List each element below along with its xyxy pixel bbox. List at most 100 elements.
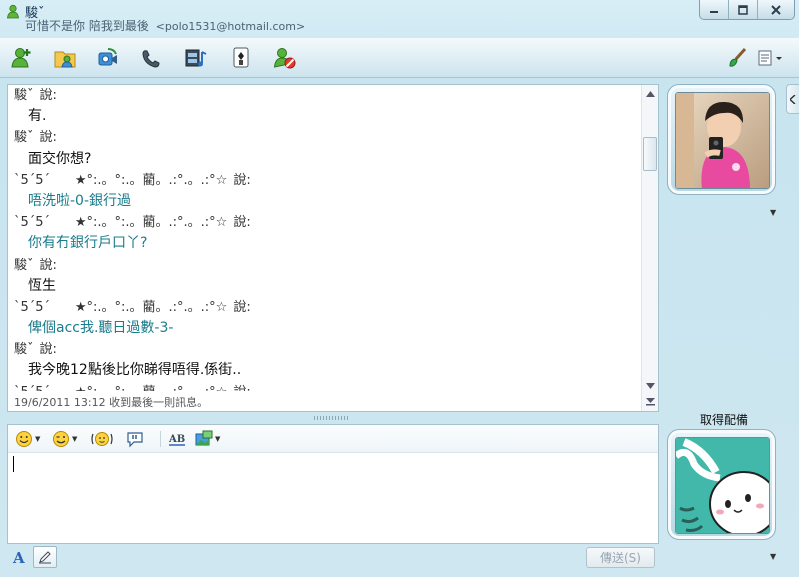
message-sender: ˋ5ˊ5ˊ ★°:.。°:.。藺。.:°.。.:°☆ 說:: [14, 297, 643, 318]
show-menu-button[interactable]: [752, 44, 788, 72]
scroll-up-button[interactable]: [642, 87, 658, 101]
says-label: 說:: [39, 342, 57, 358]
says-label: 說:: [233, 215, 251, 231]
message-sender: ˋ5ˊ5ˊ ★°:.。°:.。藺。.:°.。.:°☆ 說:: [14, 382, 643, 391]
close-button[interactable]: [758, 0, 794, 19]
message-list: 駿ˇ 說: 有. 駿ˇ 說: 面交你想? ˋ5ˊ5ˊ ★°:.。°:.。藺。.:°.。.:°…: [8, 85, 643, 391]
chevron-down-icon: ▼: [72, 435, 78, 443]
voice-clip-icon: [127, 432, 143, 448]
toolbar-separator: [160, 431, 161, 447]
says-label: 說:: [39, 88, 57, 103]
voice-clip-button[interactable]: [126, 429, 144, 449]
menu-icon: [758, 50, 782, 66]
games-icon: [233, 47, 249, 68]
arrow-down-icon: [645, 383, 655, 389]
sender-name: 駿ˇ: [14, 257, 34, 273]
media-button[interactable]: [181, 44, 211, 72]
games-button[interactable]: [226, 44, 256, 72]
wink-button[interactable]: ▼: [52, 429, 77, 449]
image-icon: [195, 430, 213, 446]
my-picture-menu-icon[interactable]: ▼: [770, 552, 776, 561]
sender-name: 駿ˇ: [14, 88, 34, 103]
compose-toolbar: ▼ ▼ AB ▼: [8, 425, 658, 453]
spell-check-button[interactable]: AB: [168, 429, 186, 449]
title-bar: 駿ˇ 可惜不是你 陪我到最後 <polo1531@hotmail.com>: [0, 0, 799, 38]
messenger-buddy-icon: [6, 4, 22, 20]
minimize-button[interactable]: [700, 0, 729, 19]
sender-name: ˋ5ˊ5ˊ ★°:.。°:.。藺。.:°.。.:°☆: [14, 299, 228, 315]
handwriting-button[interactable]: [33, 546, 57, 568]
share-files-button[interactable]: [50, 44, 80, 72]
my-avatar: [675, 437, 770, 534]
window-controls: [699, 0, 795, 20]
message-text: 我今晚12點後比你睇得唔得.係街..: [28, 362, 242, 379]
pen-icon: [39, 551, 51, 564]
scroll-to-end-button[interactable]: [642, 395, 658, 409]
close-icon: [771, 4, 781, 15]
film-music-icon: [185, 49, 207, 67]
contact-photo-icon: [676, 93, 769, 188]
maximize-button[interactable]: [729, 0, 758, 19]
block-icon: [273, 48, 296, 69]
chevron-down-icon: ▼: [35, 435, 41, 443]
phone-icon: [142, 50, 160, 68]
minimize-icon: [709, 10, 718, 13]
sender-name: ˋ5ˊ5ˊ ★°:.。°:.。藺。.:°.。.:°☆: [14, 385, 227, 391]
compose-area: ▼ ▼ AB ▼: [7, 424, 659, 544]
send-button[interactable]: 傳送(S): [586, 547, 655, 568]
block-contact-button[interactable]: [270, 44, 300, 72]
contact-status: 可惜不是你 陪我到最後 <polo1531@hotmail.com>: [25, 17, 305, 34]
sender-name: 駿ˇ: [14, 342, 34, 358]
input-mode-bar: A: [7, 546, 67, 570]
emoticon-button[interactable]: ▼: [15, 429, 40, 449]
message-text: 恆生: [28, 277, 56, 294]
wink-icon: [53, 431, 69, 447]
video-call-button[interactable]: [93, 44, 123, 72]
get-device-label[interactable]: 取得配備: [700, 411, 748, 428]
collapse-panel-button[interactable]: [786, 84, 799, 114]
conversation-history[interactable]: 駿ˇ 說: 有. 駿ˇ 說: 面交你想? ˋ5ˊ5ˊ ★°:.。°:.。藺。.:°.。.:°…: [7, 84, 659, 412]
change-background-button[interactable]: [722, 44, 752, 72]
background-button[interactable]: ▼: [195, 429, 220, 449]
contact-display-picture[interactable]: [667, 84, 776, 195]
message-sender: 駿ˇ 說:: [14, 339, 643, 360]
contact-email: <polo1531@hotmail.com>: [155, 20, 306, 33]
history-scrollbar[interactable]: [641, 85, 658, 411]
message-input[interactable]: [12, 455, 652, 541]
says-label: 說:: [39, 130, 57, 146]
says-label: 說:: [233, 299, 251, 315]
says-label: 說:: [233, 385, 250, 391]
message-text: 面交你想?: [28, 150, 92, 167]
says-label: 說:: [39, 257, 57, 273]
scroll-end-icon: [645, 398, 655, 406]
maximize-icon: [738, 4, 748, 15]
last-message-status: 19/6/2011 13:12 收到最後一則訊息。: [14, 396, 209, 409]
nudge-button[interactable]: [90, 429, 114, 449]
conversation-toolbar: [0, 38, 799, 78]
share-files-icon: [54, 51, 76, 68]
paint-brush-icon: [729, 47, 747, 67]
video-call-icon: [98, 48, 117, 66]
bunny-picture-icon: [676, 438, 769, 533]
arrow-up-icon: [645, 91, 655, 97]
nudge-icon: [91, 432, 113, 446]
scroll-thumb[interactable]: [643, 137, 657, 171]
contact-avatar: [675, 92, 770, 189]
message-text: 有.: [28, 108, 47, 125]
contact-picture-menu-icon[interactable]: ▼: [770, 208, 776, 217]
sender-name: ˋ5ˊ5ˊ ★°:.。°:.。藺。.:°.。.:°☆: [14, 215, 228, 231]
font-button[interactable]: A: [13, 549, 25, 567]
my-display-picture[interactable]: [667, 429, 776, 540]
message-sender: 駿ˇ 說:: [14, 255, 643, 276]
text-caret: [13, 456, 14, 472]
scroll-down-button[interactable]: [642, 379, 658, 393]
message-sender: ˋ5ˊ5ˊ ★°:.。°:.。藺。.:°.。.:°☆ 說:: [14, 212, 643, 233]
invite-contact-button[interactable]: [7, 44, 37, 72]
message-text: 俾個acc我.聽日過數-3-: [28, 320, 174, 337]
pane-splitter[interactable]: [314, 416, 350, 420]
invite-contact-icon: [11, 48, 31, 68]
message-sender: 駿ˇ 說:: [14, 85, 643, 106]
smiley-icon: [16, 431, 32, 447]
font-ab-icon: AB: [168, 434, 185, 446]
phone-call-button[interactable]: [136, 44, 166, 72]
